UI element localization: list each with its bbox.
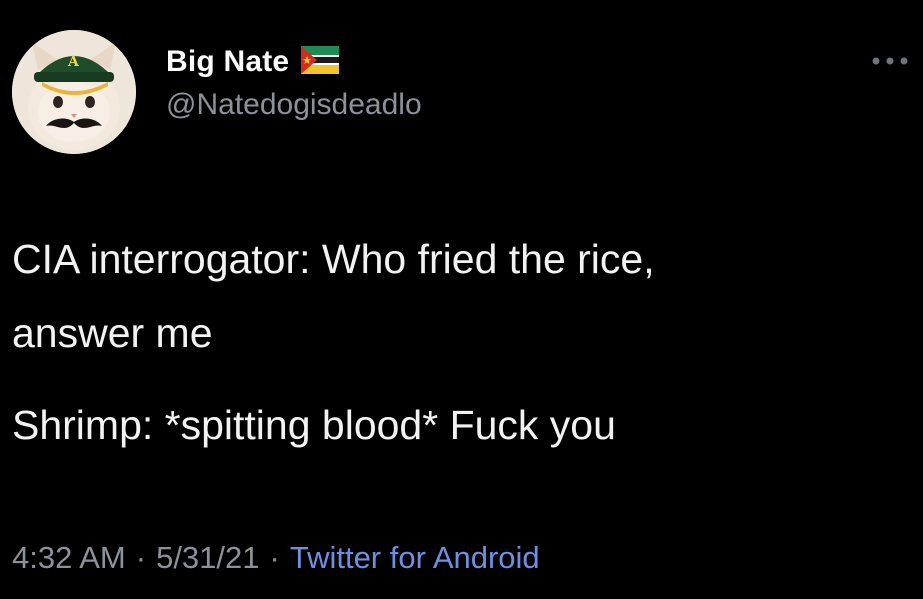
tweet-meta: 4:32 AM · 5/31/21 · Twitter for Android — [12, 540, 540, 576]
cat-avatar-icon: A — [12, 30, 136, 154]
meta-separator: · — [135, 540, 147, 575]
tweet-date[interactable]: 5/31/21 — [156, 540, 259, 576]
meta-separator: · — [269, 540, 280, 575]
display-name[interactable]: Big Nate — [166, 45, 289, 79]
more-horizontal-icon — [872, 57, 908, 65]
avatar[interactable]: A — [12, 30, 136, 154]
svg-text:A: A — [67, 54, 80, 70]
tweet-source-link[interactable]: Twitter for Android — [290, 540, 540, 576]
tweet-time[interactable]: 4:32 AM — [12, 540, 126, 576]
tweet-line: Shrimp: *spitting blood* Fuck you — [12, 402, 616, 448]
display-name-row: Big Nate — [166, 44, 340, 80]
tweet-card: A Big Nate @Natedogisdeadlo CIA interrog… — [0, 0, 923, 599]
user-handle[interactable]: @Natedogisdeadlo — [166, 88, 422, 122]
tweet-line: CIA interrogator: Who fried the rice, — [12, 236, 655, 282]
more-options-button[interactable] — [868, 50, 912, 72]
tweet-text: CIA interrogator: Who fried the rice, an… — [12, 222, 907, 462]
tweet-line: answer me — [12, 310, 213, 356]
mozambique-flag-icon — [301, 45, 340, 79]
